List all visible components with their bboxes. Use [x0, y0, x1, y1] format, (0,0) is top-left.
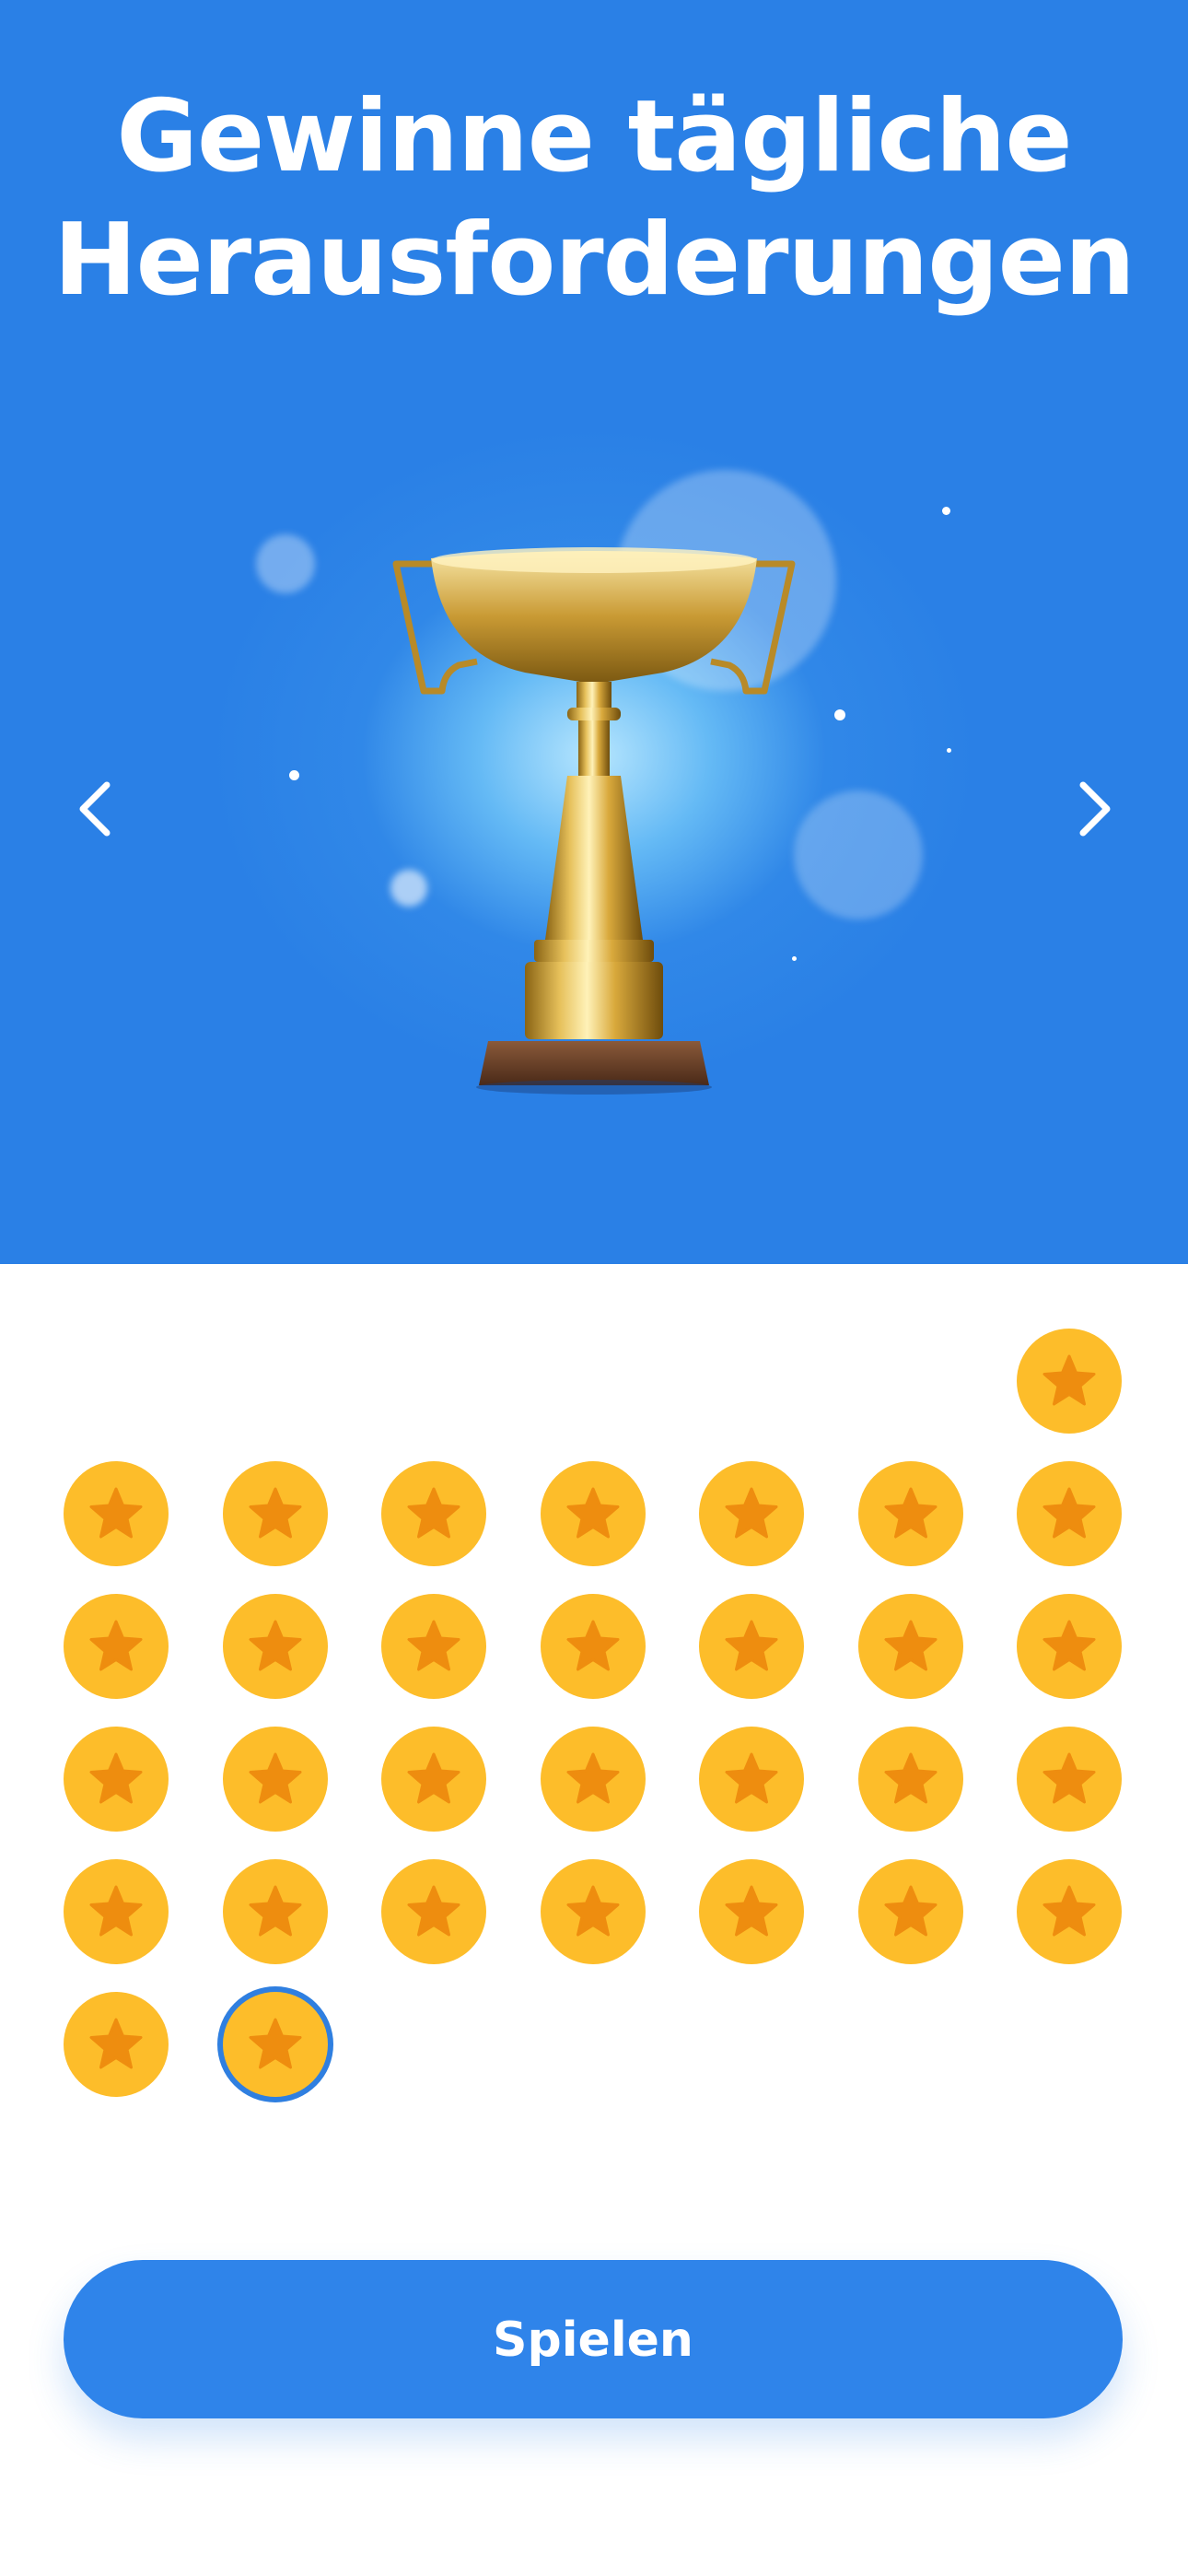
star-icon	[725, 1752, 778, 1804]
challenge-coin[interactable]	[223, 1859, 328, 1964]
star-icon	[566, 1620, 620, 1671]
star-icon	[725, 1885, 778, 1937]
challenge-coin[interactable]	[541, 1727, 646, 1832]
trophy-icon	[392, 547, 796, 1095]
star-icon	[1042, 1354, 1096, 1406]
challenge-coin[interactable]	[699, 1594, 804, 1699]
bokeh-light	[256, 534, 315, 593]
sparkle-dot	[834, 709, 845, 720]
star-icon	[89, 1487, 143, 1539]
challenge-coin[interactable]	[699, 1461, 804, 1566]
challenge-coin[interactable]	[858, 1461, 963, 1566]
challenge-coin-grid	[0, 1264, 1188, 2130]
challenge-coin[interactable]	[64, 1461, 169, 1566]
hero-title: Gewinne tägliche Herausforderungen	[0, 76, 1188, 322]
challenge-coin[interactable]	[223, 1461, 328, 1566]
star-icon	[249, 1752, 302, 1804]
challenge-coin[interactable]	[64, 1594, 169, 1699]
challenge-coin[interactable]	[223, 1727, 328, 1832]
sparkle-dot	[947, 748, 951, 753]
challenge-coin[interactable]	[858, 1594, 963, 1699]
sparkle-dot	[289, 770, 299, 780]
star-icon	[1042, 1620, 1096, 1671]
play-button[interactable]: Spielen	[64, 2260, 1123, 2418]
star-icon	[884, 1487, 938, 1539]
star-icon	[89, 2018, 143, 2069]
daily-challenges-screen: Gewinne tägliche Herausforderungen Spiel…	[0, 0, 1188, 2576]
star-icon	[566, 1885, 620, 1937]
challenge-coin[interactable]	[223, 1594, 328, 1699]
challenge-coin[interactable]	[64, 1727, 169, 1832]
star-icon	[884, 1620, 938, 1671]
star-icon	[407, 1487, 460, 1539]
previous-challenge-button[interactable]	[61, 772, 134, 846]
hero-title-line-1: Gewinne tägliche	[116, 79, 1072, 194]
challenge-coin[interactable]	[699, 1859, 804, 1964]
challenge-coin[interactable]	[64, 1859, 169, 1964]
hero-title-line-2: Herausforderungen	[53, 203, 1135, 318]
challenge-coin[interactable]	[858, 1727, 963, 1832]
star-icon	[1042, 1885, 1096, 1937]
chevron-right-icon	[1079, 781, 1111, 837]
star-icon	[566, 1487, 620, 1539]
challenge-coin[interactable]	[1017, 1461, 1122, 1566]
star-icon	[884, 1752, 938, 1804]
star-icon	[249, 2018, 302, 2069]
star-icon	[1042, 1752, 1096, 1804]
challenge-coin[interactable]	[699, 1727, 804, 1832]
challenge-coin[interactable]	[1017, 1859, 1122, 1964]
challenge-coin[interactable]	[541, 1594, 646, 1699]
challenge-coin[interactable]	[1017, 1329, 1122, 1434]
star-icon	[89, 1620, 143, 1671]
challenge-coin[interactable]	[381, 1727, 486, 1832]
star-icon	[566, 1752, 620, 1804]
star-icon	[249, 1620, 302, 1671]
challenge-coin[interactable]	[381, 1859, 486, 1964]
challenge-coin[interactable]	[858, 1859, 963, 1964]
star-icon	[249, 1885, 302, 1937]
star-icon	[725, 1620, 778, 1671]
challenge-coin[interactable]	[541, 1859, 646, 1964]
star-icon	[725, 1487, 778, 1539]
star-icon	[407, 1885, 460, 1937]
star-icon	[89, 1752, 143, 1804]
challenge-coin[interactable]	[64, 1992, 169, 2097]
challenge-coin[interactable]	[381, 1594, 486, 1699]
challenge-coin[interactable]	[541, 1461, 646, 1566]
sparkle-dot	[942, 507, 950, 515]
bokeh-light	[794, 790, 923, 919]
star-icon	[249, 1487, 302, 1539]
star-icon	[407, 1620, 460, 1671]
hero-banner: Gewinne tägliche Herausforderungen	[0, 0, 1188, 1264]
next-challenge-button[interactable]	[1055, 772, 1129, 846]
challenge-coin[interactable]	[381, 1461, 486, 1566]
star-icon	[407, 1752, 460, 1804]
star-icon	[1042, 1487, 1096, 1539]
challenge-coin[interactable]	[1017, 1594, 1122, 1699]
star-icon	[884, 1885, 938, 1937]
challenge-coin-current[interactable]	[223, 1992, 328, 2097]
chevron-left-icon	[79, 781, 111, 837]
star-icon	[89, 1885, 143, 1937]
challenge-coin[interactable]	[1017, 1727, 1122, 1832]
